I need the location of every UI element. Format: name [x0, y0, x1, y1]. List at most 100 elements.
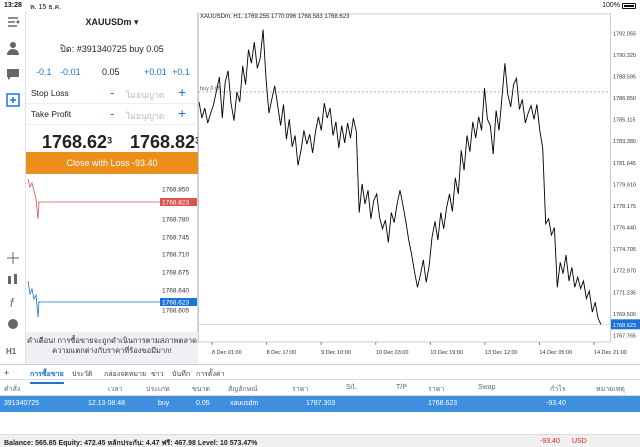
quotes-icon[interactable]: [5, 14, 21, 30]
y-tick-label: 1779.910: [613, 182, 636, 188]
bid-price: 1768.623: [42, 132, 112, 153]
y-tick-label: 1774.705: [613, 247, 636, 253]
trade-cur-price: 1768.623: [428, 400, 458, 407]
tab-mailbox[interactable]: กล่องจดหมาย: [104, 369, 146, 380]
y-tick-label: 1781.645: [613, 161, 636, 167]
mini-price-label: 1768.623: [162, 300, 189, 307]
stop-loss-plus-button[interactable]: +: [178, 84, 186, 100]
svg-text:f: f: [10, 296, 15, 310]
trade-profit: -93.40: [546, 400, 566, 407]
plot-frame: [198, 13, 611, 343]
x-tick-label: 14 Dec 21:00: [594, 350, 627, 356]
col-price: ราคา: [292, 386, 309, 393]
trade-type: buy: [158, 400, 170, 407]
bid-price-sup: 3: [107, 135, 113, 146]
col-time: เวลา: [108, 386, 123, 393]
price-chart[interactable]: 1792.055 1790.320 1788.595 1786.850 1785.115…: [198, 12, 640, 364]
col-swap: Swap: [478, 384, 496, 391]
order-panel: XAUUSDm ▾ ปิด: #391340725 buy 0.05 -0.1 …: [26, 12, 200, 364]
stop-loss-minus-button[interactable]: -: [110, 85, 114, 100]
y-tick-label: 1788.595: [613, 74, 636, 80]
volume-plus-0-01[interactable]: +0.01: [144, 67, 167, 77]
y-tick-label: 1792.055: [613, 31, 636, 37]
battery-indicator: 100%: [602, 2, 636, 9]
volume-plus-0-1[interactable]: +0.1: [172, 67, 190, 77]
battery-icon: [622, 2, 636, 9]
take-profit-input[interactable]: ไม่อนุญาต: [126, 109, 164, 123]
bid-tick-line: [27, 280, 40, 318]
account-icon[interactable]: [5, 40, 21, 56]
tab-settings[interactable]: การตั้งค่า: [196, 369, 225, 380]
chart-type-icon[interactable]: [5, 272, 21, 288]
trade-size: 0.05: [196, 400, 210, 407]
tab-news[interactable]: ข่าว: [151, 369, 164, 380]
add-icon[interactable]: +: [4, 368, 9, 378]
close-with-loss-button[interactable]: Close with Loss -93.40: [26, 152, 198, 174]
volume-minus-0-01[interactable]: -0.01: [60, 67, 81, 77]
x-tick-label: 14 Dec 05:00: [539, 350, 572, 356]
y-tick-label: 1778.175: [613, 204, 636, 210]
chevron-down-icon: ▾: [134, 17, 139, 27]
bottom-tabs: + การซื้อขาย ประวัติ กล่องจดหมาย ข่าว บั…: [0, 364, 640, 384]
mini-price-label: 1768.823: [162, 200, 189, 207]
tab-journal[interactable]: บันทึก: [172, 369, 190, 380]
mini-price-label: 1768.780: [162, 217, 189, 224]
col-symbol: สัญลักษณ์: [228, 386, 258, 393]
y-tick-label: 1776.440: [613, 226, 636, 232]
volume-minus-0-1[interactable]: -0.1: [36, 67, 52, 77]
order-ticket: ปิด: #391340725 buy 0.05: [60, 44, 164, 54]
mini-price-label: 1768.710: [162, 252, 189, 259]
col-size: ขนาด: [192, 386, 211, 393]
status-time: 13:28: [4, 2, 22, 9]
table-row[interactable]: 391340725 12.13 08:48 buy 0.05 xauusdm 1…: [0, 396, 640, 412]
price-series-line: [198, 29, 602, 325]
col-cur-price: ราคา: [428, 386, 445, 393]
trade-warning: คำเตือน! การซื้อขายจะถูกดำเนินการตามสภาพ…: [26, 332, 198, 364]
mini-price-label: 1768.850: [162, 187, 189, 194]
x-tick-label: 9 Dec 10:00: [321, 350, 351, 356]
stop-loss-row: Stop Loss - ไม่อนุญาต +: [26, 84, 198, 104]
x-tick-label: 13 Dec 12:00: [485, 350, 518, 356]
mini-price-label: 1768.640: [162, 288, 189, 295]
y-tick-label: 1785.115: [613, 118, 636, 124]
balance-text: Balance: 565.85 Equity: 472.45 หลักประกั…: [4, 440, 258, 447]
mini-price-label: 1768.675: [162, 270, 189, 277]
balance-profit: -93.40: [540, 438, 560, 445]
trade-price: 1787.303: [306, 400, 336, 407]
stop-loss-input[interactable]: ไม่อนุญาต: [126, 88, 164, 102]
ask-price: 1768.823: [130, 132, 200, 153]
x-tick-label: 10 Dec 19:00: [430, 350, 463, 356]
x-tick-label: 8 Dec 01:00: [212, 350, 242, 356]
tick-chart: 1768.850 1768.823 1768.780 1768.745 1768.710…: [27, 178, 197, 318]
y-tick-label: 1786.850: [613, 96, 636, 102]
bid-price-main: 1768.62: [42, 132, 108, 152]
chart-title: XAUUSDm, H1, 1769.255 1770.096 1768.583 …: [200, 14, 350, 20]
take-profit-minus-button[interactable]: -: [110, 106, 114, 121]
chart-canvas: 1792.055 1790.320 1788.595 1786.850 1785.115…: [198, 13, 640, 356]
timeframe-icon[interactable]: H1: [5, 342, 21, 358]
col-profit: กำไร: [550, 386, 566, 393]
stop-loss-label: Stop Loss: [31, 88, 69, 98]
y-tick-label: 1790.320: [613, 53, 636, 59]
trade-time: 12.13 08:48: [88, 400, 125, 407]
svg-text:H1: H1: [6, 347, 17, 356]
y-tick-label: 1769.500: [613, 312, 636, 318]
status-bar: 13:28 พ. 15 ธ.ค. 100%: [0, 0, 640, 12]
take-profit-label: Take Profit: [31, 109, 72, 119]
buy-level-label: buy 0.05: [200, 86, 221, 92]
symbol-selector[interactable]: XAUUSDm ▾: [26, 17, 198, 28]
mini-price-label: 1768.605: [162, 308, 189, 315]
objects-icon[interactable]: [5, 316, 21, 332]
balance-currency: USD: [572, 438, 587, 445]
crosshair-icon[interactable]: [5, 250, 21, 266]
y-tick-label: 1771.235: [613, 290, 636, 296]
new-order-icon[interactable]: [5, 92, 21, 108]
take-profit-row: Take Profit - ไม่อนุญาต +: [26, 105, 198, 125]
chat-icon[interactable]: [5, 66, 21, 82]
tab-history[interactable]: ประวัติ: [72, 369, 92, 380]
take-profit-plus-button[interactable]: +: [178, 105, 186, 121]
volume-value[interactable]: 0.05: [102, 67, 120, 77]
x-tick-label: 10 Dec 03:00: [376, 350, 409, 356]
symbol-name: XAUUSDm: [85, 17, 132, 27]
indicator-icon[interactable]: f: [5, 294, 21, 310]
